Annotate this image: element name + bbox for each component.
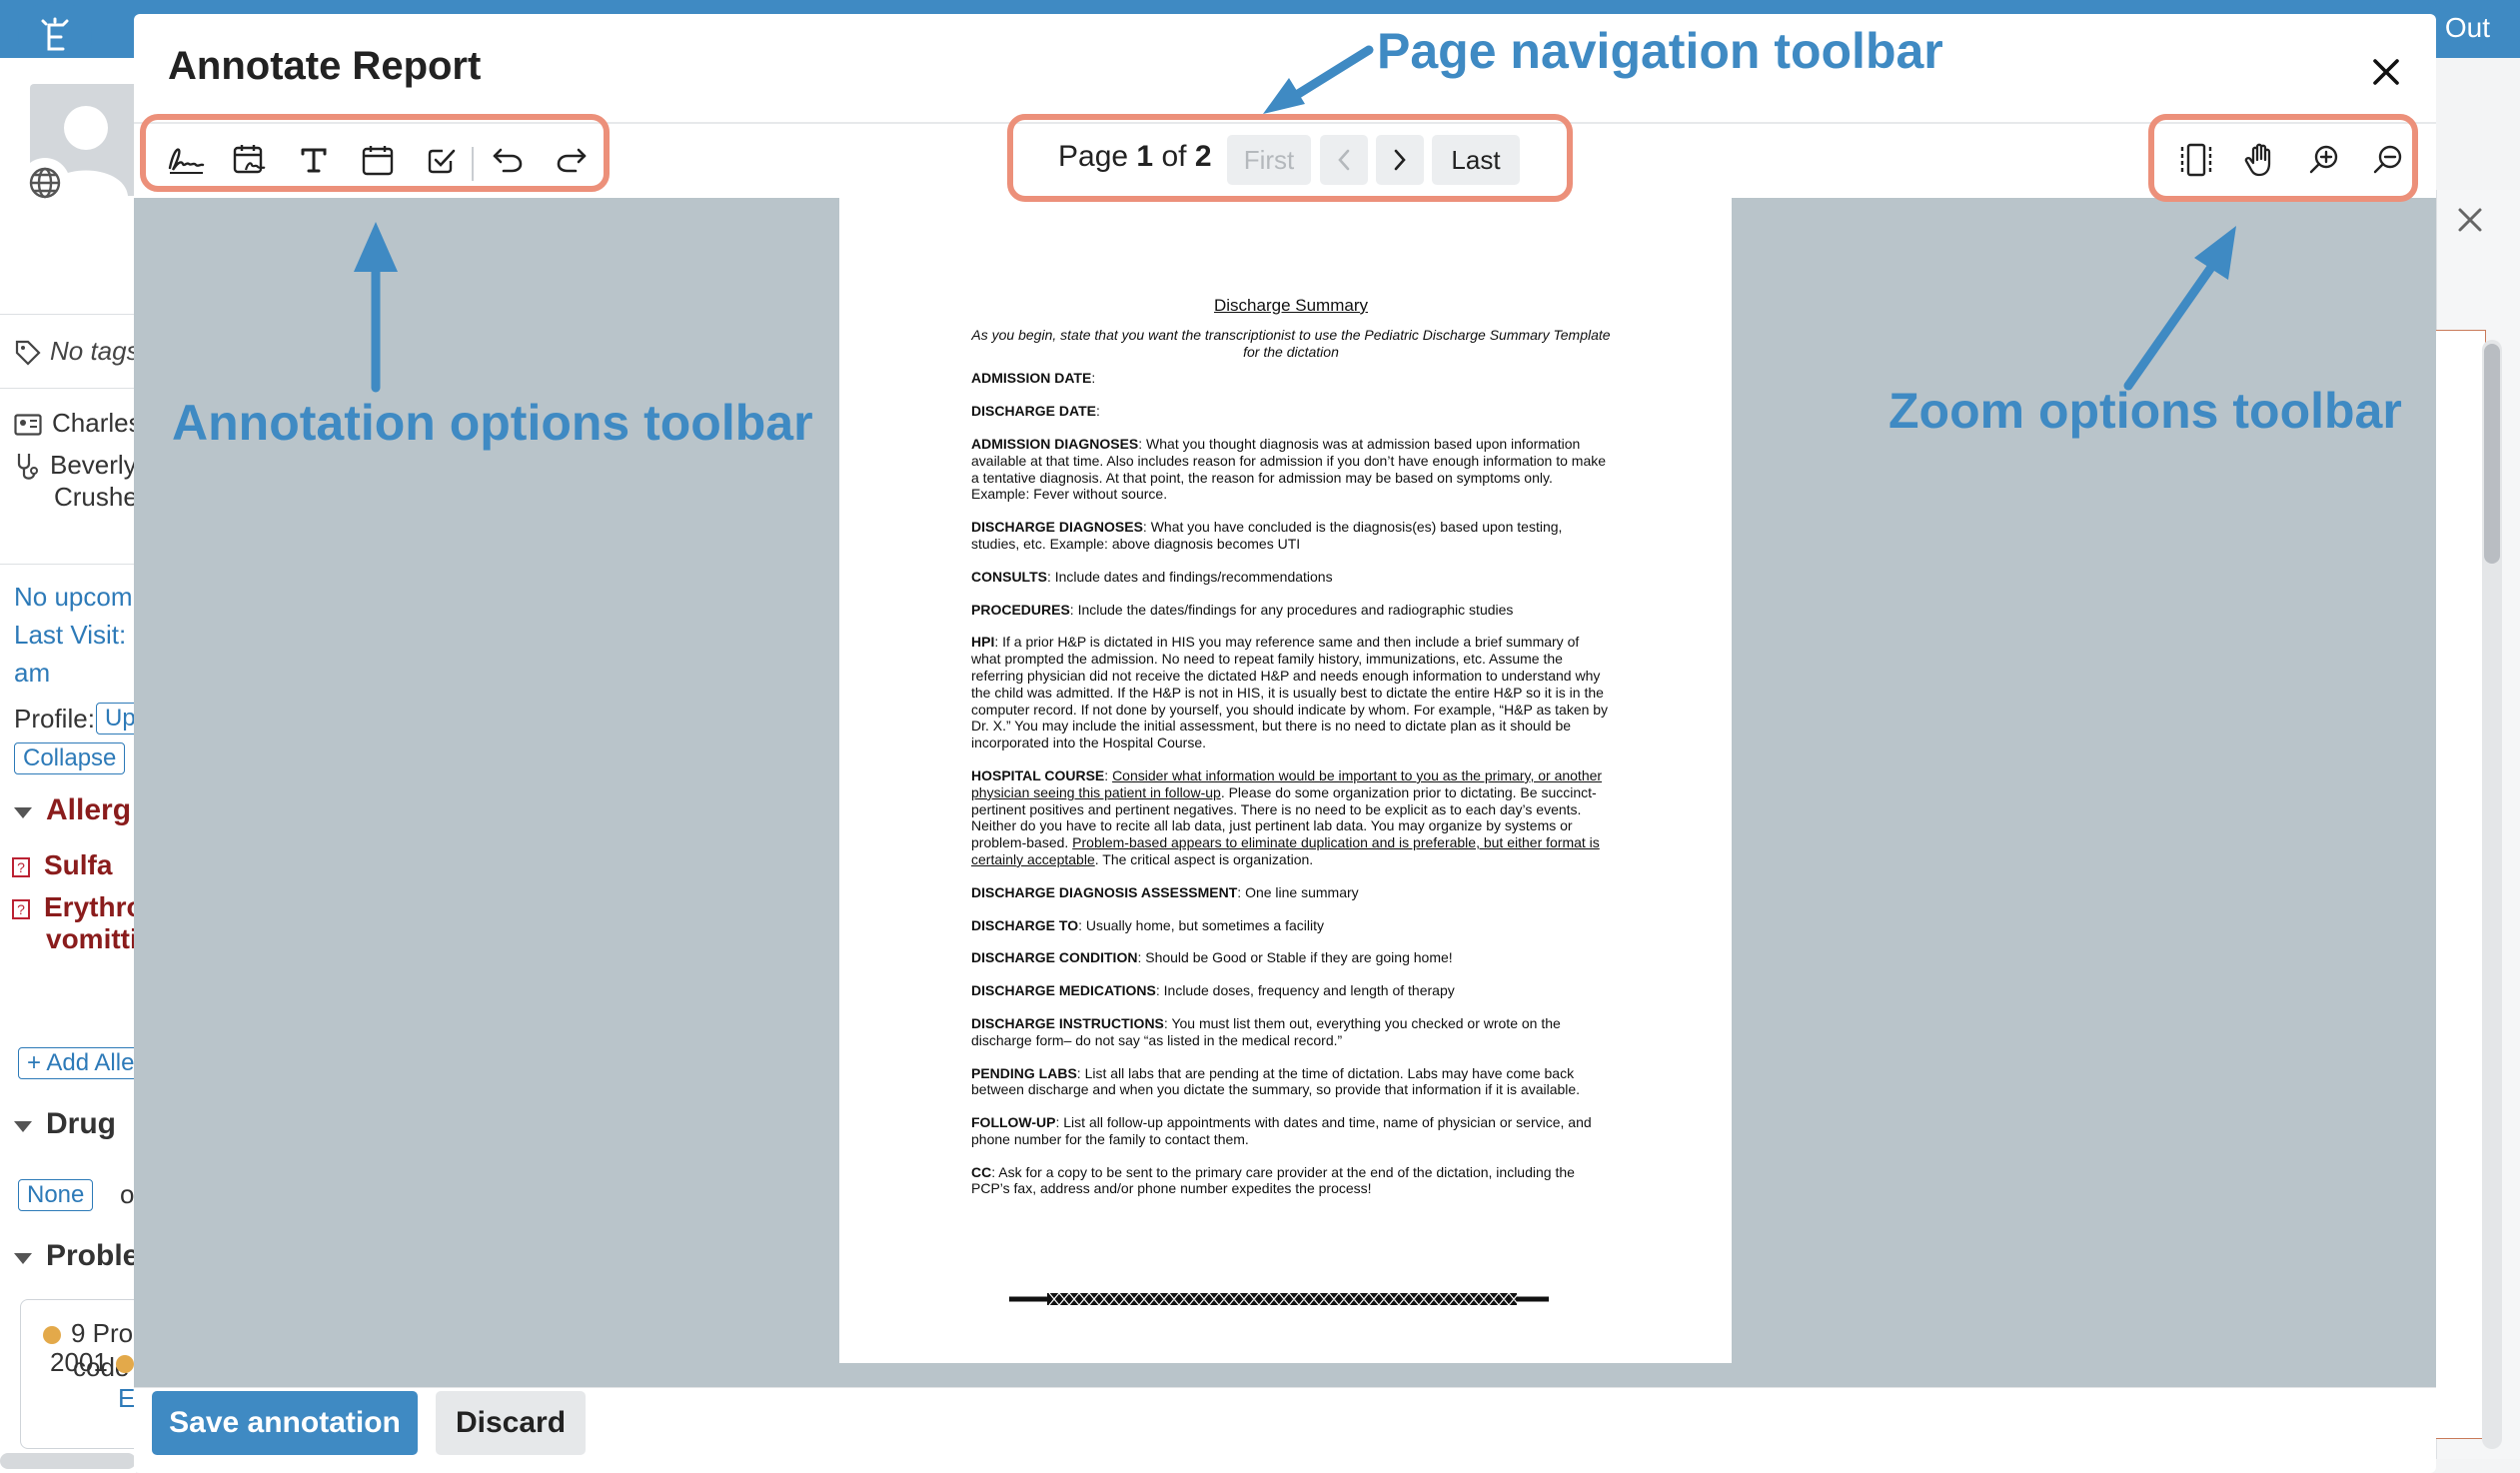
current-page: 1	[1136, 140, 1154, 173]
total-pages: 2	[1194, 140, 1212, 173]
patient-sidebar: No tags Charles Beverly Crushe No upcom …	[0, 58, 136, 1473]
document-section: DISCHARGE DIAGNOSIS ASSESSMENT: One line…	[971, 883, 1359, 900]
document-section: DISCHARGE MEDICATIONS: Include doses, fr…	[971, 982, 1455, 999]
zoom-out-icon[interactable]	[2365, 137, 2411, 183]
last-visit[interactable]: Last Visit:	[14, 620, 126, 651]
signature-icon[interactable]	[163, 137, 209, 183]
tags-label: No tags	[50, 336, 136, 366]
status-dot	[43, 1326, 61, 1345]
allergy-reaction: vomittin	[46, 923, 136, 954]
document-page[interactable]: Discharge Summary As you begin, state th…	[839, 198, 1732, 1363]
background-panel-content	[2436, 330, 2486, 1439]
allergy-item[interactable]: ? Sulfa	[12, 849, 112, 881]
last-visit-time: am	[14, 658, 51, 688]
fit-page-icon[interactable]	[2173, 137, 2219, 183]
document-footer-decoration	[1009, 1292, 1549, 1306]
page-indicator: Page 1 of 2	[1058, 140, 1212, 173]
divider	[0, 388, 136, 389]
tags-row[interactable]: No tags	[14, 336, 136, 367]
document-title: Discharge Summary	[1214, 296, 1368, 315]
close-icon[interactable]	[2450, 200, 2490, 240]
patient-id-row: Charles	[14, 408, 136, 439]
document-instruction: As you begin, state that you want the tr…	[971, 326, 1611, 360]
drug-heading[interactable]: Drug	[14, 1107, 116, 1141]
document-section: DISCHARGE DATE:	[971, 403, 1100, 420]
upcoming-appointments[interactable]: No upcom	[14, 582, 133, 613]
document-section: DISCHARGE CONDITION: Should be Good or S…	[971, 949, 1453, 966]
document-section: CONSULTS: Include dates and findings/rec…	[971, 568, 1333, 585]
collapse-button[interactable]: Collapse	[14, 742, 126, 774]
tag-icon	[14, 339, 42, 367]
document-section: DISCHARGE DIAGNOSES: What you have concl…	[971, 519, 1563, 552]
problem-link[interactable]: E	[118, 1383, 135, 1414]
zoom-in-icon[interactable]	[2301, 137, 2347, 183]
divider	[134, 122, 2436, 124]
chevron-left-icon	[1338, 149, 1350, 171]
status-dot	[115, 1355, 134, 1374]
provider-row: Beverly	[14, 450, 136, 482]
allergy-item[interactable]: ? Erythro	[12, 891, 136, 923]
divider	[0, 564, 136, 565]
undo-icon[interactable]	[485, 137, 531, 183]
toolbar-divider	[472, 147, 474, 181]
document-section: ADMISSION DIAGNOSES: What you thought di…	[971, 435, 1607, 503]
document-viewer[interactable]: Discharge Summary As you begin, state th…	[134, 198, 2436, 1387]
annotate-report-dialog: Annotate Report Page 1 of 2 First Last D…	[134, 14, 2436, 1473]
provider-name-2: Crushe	[54, 482, 136, 512]
pan-hand-icon[interactable]	[2237, 137, 2283, 183]
problem-year-row: 2001	[50, 1347, 134, 1378]
profile-update-button[interactable]: Up	[96, 703, 136, 735]
document-section: FOLLOW-UP: List all follow-up appointmen…	[971, 1114, 1592, 1147]
first-page-button[interactable]: First	[1227, 135, 1311, 185]
document-section: HPI: If a prior H&P is dictated in HIS y…	[971, 634, 1609, 751]
document-section: DISCHARGE INSTRUCTIONS: You must list th…	[971, 1014, 1561, 1048]
zoom-toolbar-callout: Zoom options toolbar	[1889, 383, 2402, 439]
problems-heading[interactable]: Proble	[14, 1239, 136, 1273]
problem-count-row: 9 Pro	[43, 1318, 133, 1349]
drug-extra: o	[120, 1179, 135, 1209]
next-page-button[interactable]	[1376, 135, 1424, 185]
document-section: PENDING LABS: List all labs that are pen…	[971, 1064, 1581, 1098]
caret-down-icon	[14, 806, 32, 818]
document-sections: ADMISSION DATE: DISCHARGE DATE: ADMISSIO…	[971, 370, 1611, 1197]
provider-name: Beverly	[50, 450, 136, 480]
chevron-right-icon	[1394, 149, 1406, 171]
discard-button[interactable]: Discard	[436, 1391, 586, 1455]
redo-icon[interactable]	[549, 137, 595, 183]
document-body: Discharge Summary As you begin, state th…	[971, 296, 1611, 1213]
divider	[134, 1387, 2436, 1388]
patient-name: Charles	[52, 408, 136, 438]
document-section: ADMISSION DATE:	[971, 370, 1096, 387]
divider	[0, 314, 136, 315]
allergy-warning-icon: ?	[12, 899, 30, 920]
add-allergy-button[interactable]: + Add Alle	[18, 1047, 136, 1079]
date-signature-icon[interactable]	[227, 137, 273, 183]
annotation-toolbar-callout: Annotation options toolbar	[172, 395, 813, 451]
document-section: DISCHARGE TO: Usually home, but sometime…	[971, 916, 1324, 933]
text-icon[interactable]	[291, 137, 337, 183]
stethoscope-icon	[14, 452, 40, 482]
profile-label: Profile:	[14, 704, 95, 734]
caret-down-icon	[14, 1252, 32, 1264]
caret-down-icon	[14, 1120, 32, 1132]
save-annotation-button[interactable]: Save annotation	[152, 1391, 418, 1455]
horizontal-scrollbar[interactable]	[0, 1453, 136, 1469]
id-card-icon	[14, 414, 42, 436]
document-section: HOSPITAL COURSE: Consider what informati…	[971, 766, 1603, 867]
document-section: CC: Ask for a copy to be sent to the pri…	[971, 1163, 1575, 1197]
sign-out-link[interactable]: Out	[2445, 12, 2490, 44]
drug-none-button[interactable]: None	[18, 1179, 94, 1211]
calendar-icon[interactable]	[355, 137, 401, 183]
close-icon[interactable]	[2364, 50, 2408, 94]
last-page-button[interactable]: Last	[1432, 135, 1520, 185]
checkbox-icon[interactable]	[419, 137, 465, 183]
allergy-warning-icon: ?	[12, 857, 30, 878]
document-section: PROCEDURES: Include the dates/findings f…	[971, 601, 1514, 618]
dialog-title: Annotate Report	[168, 44, 482, 88]
previous-page-button[interactable]	[1320, 135, 1368, 185]
scrollbar-thumb[interactable]	[2484, 344, 2500, 564]
allergies-heading[interactable]: Allerg	[14, 793, 131, 827]
page-navigation-callout: Page navigation toolbar	[1377, 23, 1943, 79]
globe-icon[interactable]	[20, 158, 70, 208]
